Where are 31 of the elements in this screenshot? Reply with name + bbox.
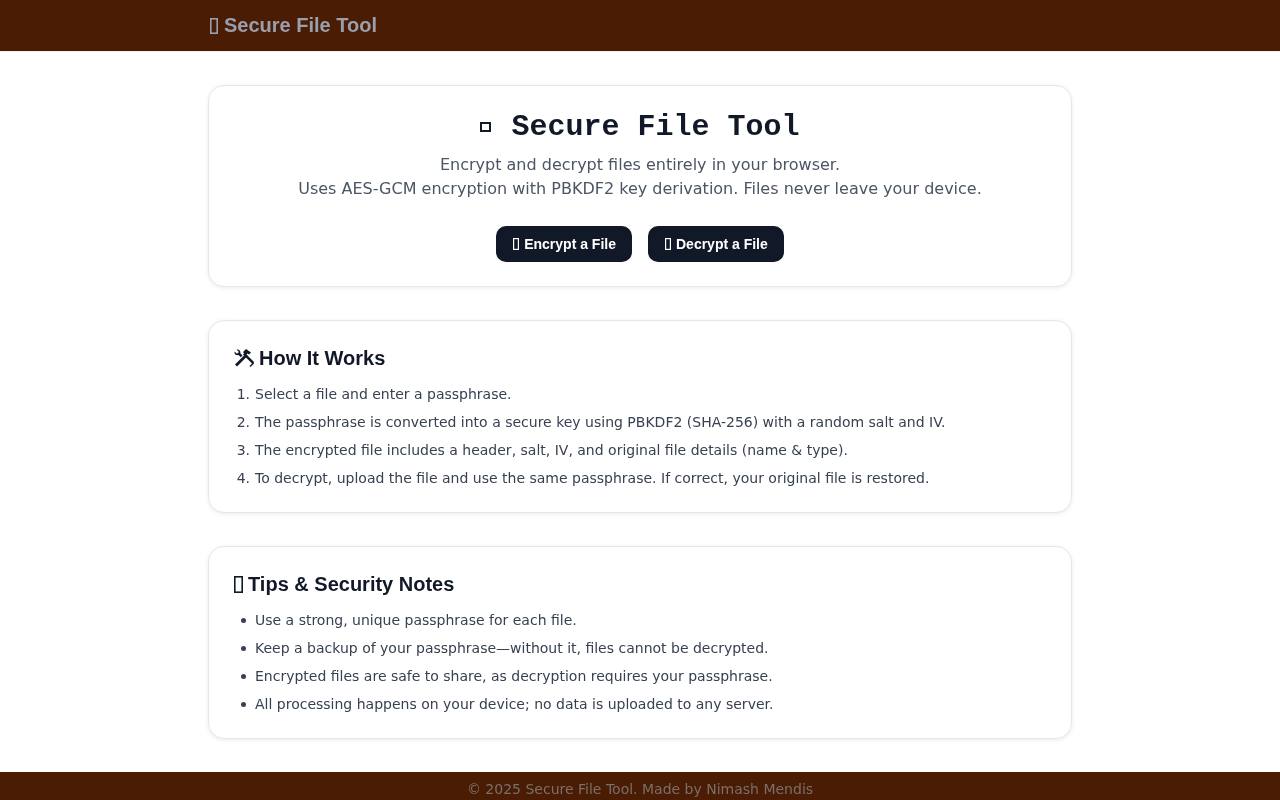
step-number: 1. [235, 386, 250, 402]
section-heading: How It Works [259, 346, 386, 371]
section-heading: Tips & Security Notes [248, 572, 455, 597]
hammer-wrench-icon [234, 349, 254, 367]
step-number: 2. [235, 414, 250, 430]
footer-text: © 2025 Secure File Tool. Made by Nimash Mendis [466, 780, 814, 799]
tip-text: Keep a backup of your passphrase—without it, files cannot be decrypted. [255, 640, 769, 656]
decrypt-button[interactable]: Decrypt a File [648, 226, 784, 262]
step-text: The encrypted file includes a header, salt, IV, and original file details (name & type). [255, 442, 848, 458]
step-number: 4. [235, 470, 250, 486]
step-text: Select a file and enter a passphrase. [255, 386, 512, 402]
bullet-icon [240, 645, 246, 651]
tip-text: Use a strong, unique passphrase for each file. [255, 612, 577, 628]
rectangle-icon [234, 575, 243, 593]
tip-text: All processing happens on your device; no data is uploaded to any server. [255, 696, 774, 712]
encrypt-button[interactable]: Encrypt a File [496, 226, 632, 262]
square-icon [480, 122, 492, 132]
intro-text: Uses AES-GCM encryption with PBKDF2 key derivation. Files never leave your device. [298, 178, 982, 200]
rectangle-icon [665, 238, 671, 250]
page-title: Secure File Tool [511, 109, 800, 145]
bullet-icon [240, 617, 246, 623]
rectangle-icon [513, 238, 520, 250]
step-text: To decrypt, upload the file and use the same passphrase. If correct, your original file is restored. [255, 470, 930, 486]
rectangle-icon [210, 17, 218, 34]
tip-text: Encrypted files are safe to share, as decryption requires your passphrase. [255, 668, 773, 684]
bullet-icon [240, 673, 246, 679]
bullet-icon [240, 701, 246, 707]
step-text: The passphrase is converted into a secure key using PBKDF2 (SHA-256) with a random salt and IV. [255, 414, 946, 430]
site-title: Secure File Tool [224, 14, 377, 37]
intro-text: Encrypt and decrypt files entirely in your browser. [439, 154, 841, 176]
step-number: 3. [235, 442, 250, 458]
